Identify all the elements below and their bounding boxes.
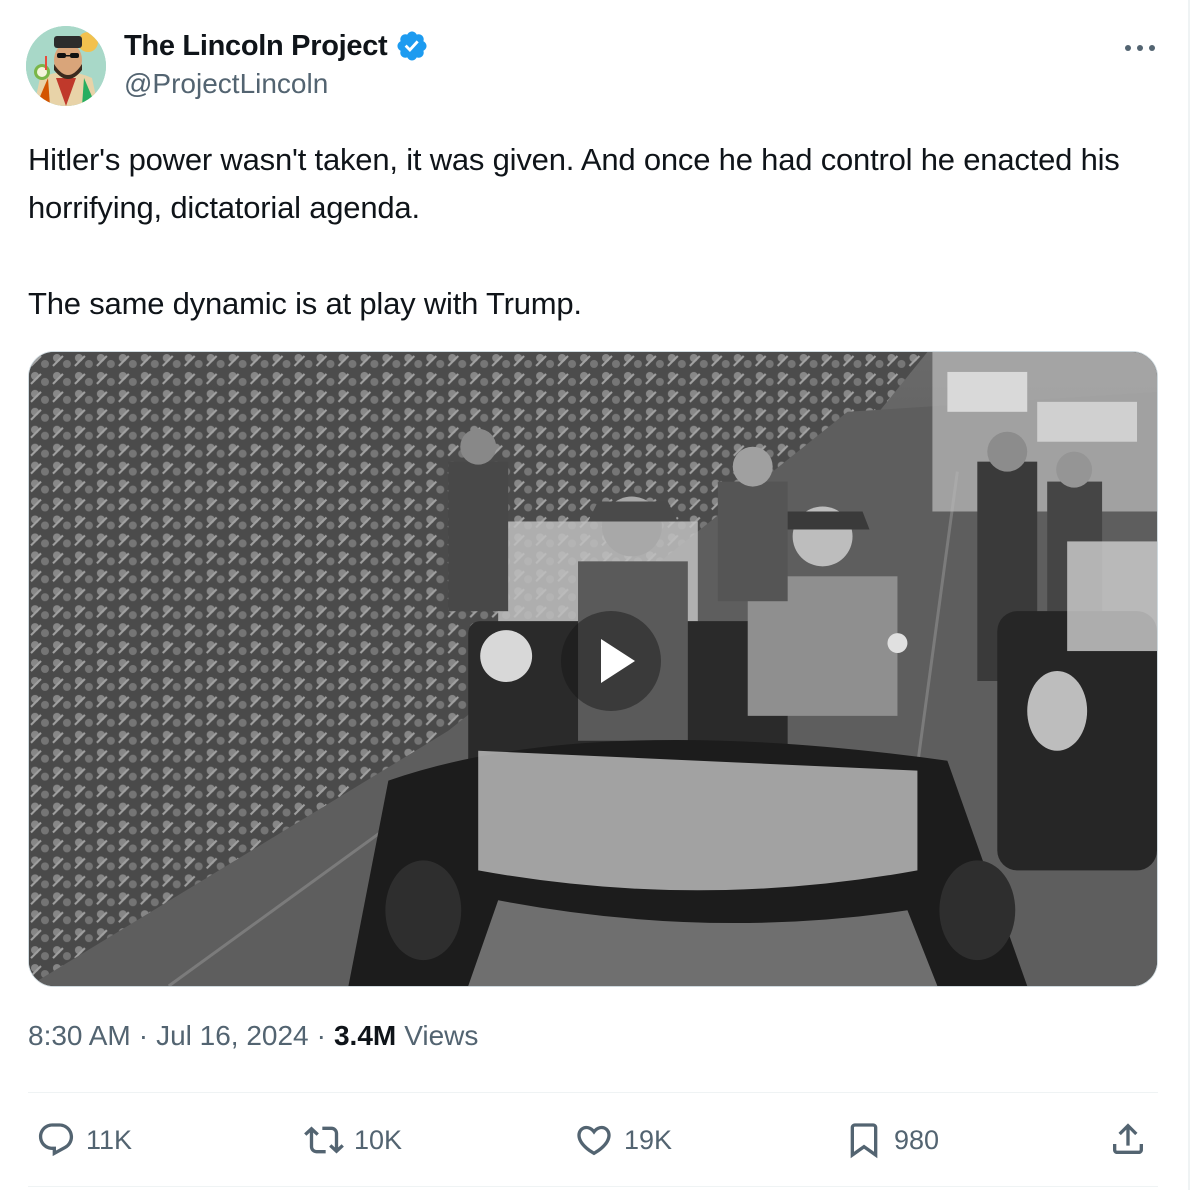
reply-icon bbox=[38, 1123, 74, 1157]
retweet-icon bbox=[304, 1126, 344, 1154]
author-handle[interactable]: @ProjectLincoln bbox=[124, 68, 328, 100]
divider-bottom bbox=[28, 1186, 1158, 1187]
reply-button[interactable]: 11K bbox=[36, 1118, 132, 1162]
meta-separator: · bbox=[138, 1020, 149, 1051]
views-label: Views bbox=[404, 1020, 479, 1051]
reply-count: 11K bbox=[86, 1124, 133, 1155]
avatar-image bbox=[26, 26, 106, 106]
heart-icon bbox=[577, 1125, 611, 1156]
bookmark-button[interactable]: 980 bbox=[844, 1118, 939, 1162]
more-options-icon[interactable] bbox=[1118, 34, 1162, 62]
tweet-time[interactable]: 8:30 AM bbox=[28, 1020, 131, 1052]
author-display-name[interactable]: The Lincoln Project bbox=[124, 30, 388, 63]
share-button[interactable] bbox=[1108, 1118, 1148, 1162]
play-icon bbox=[601, 639, 635, 683]
play-button[interactable] bbox=[561, 611, 661, 711]
meta-separator: · bbox=[316, 1020, 326, 1051]
video-player[interactable] bbox=[28, 351, 1158, 987]
retweet-count: 10K bbox=[354, 1124, 403, 1155]
views-count: 3.4M bbox=[333, 1020, 397, 1051]
tweet-metadata: 8:30 AM · Jul 16, 2024 · 3.4M Views bbox=[28, 1020, 478, 1052]
share-icon bbox=[1113, 1123, 1143, 1154]
bookmark-count: 980 bbox=[894, 1124, 940, 1155]
divider bbox=[28, 1092, 1158, 1093]
author-name-row: The Lincoln Project bbox=[124, 28, 429, 64]
right-border bbox=[1188, 0, 1190, 1190]
tweet-text: Hitler's power wasn't taken, it was give… bbox=[28, 142, 1120, 321]
bookmark-icon bbox=[850, 1123, 878, 1159]
like-count: 19K bbox=[624, 1124, 673, 1155]
avatar[interactable] bbox=[26, 26, 106, 106]
verified-badge-icon[interactable] bbox=[395, 29, 429, 63]
like-button[interactable]: 19K bbox=[574, 1118, 672, 1162]
tweet-date[interactable]: Jul 16, 2024 bbox=[156, 1020, 309, 1052]
retweet-button[interactable]: 10K bbox=[304, 1118, 402, 1162]
